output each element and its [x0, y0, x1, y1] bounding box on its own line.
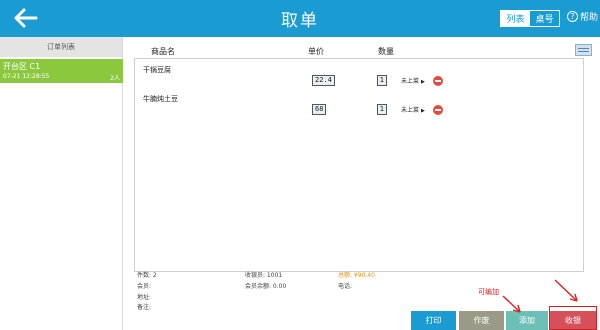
column-price: 单价	[308, 47, 324, 56]
order-people: 2人	[110, 75, 120, 82]
dish-row: 牛腩炖土豆 68 1 未上菜 ▶	[135, 94, 583, 115]
table-view-tab[interactable]: 桌号	[530, 11, 559, 26]
serve-status-dropdown[interactable]: 未上菜 ▶	[401, 76, 425, 85]
order-item[interactable]: 开台区 C1 07-21 12:28:55 2人	[0, 59, 123, 83]
column-qty: 数量	[378, 47, 394, 56]
quantity-field[interactable]: 1	[377, 104, 387, 115]
remove-dish-button[interactable]	[433, 76, 443, 86]
order-list-sidebar: 订单列表 开台区 C1 07-21 12:28:55 2人	[0, 37, 123, 330]
member-balance: 会员余额: 0.00	[245, 283, 287, 290]
price-field[interactable]: 68	[312, 104, 327, 115]
quantity-field[interactable]: 1	[377, 75, 387, 86]
serve-status-label: 未上菜	[401, 78, 420, 85]
serve-status-label: 未上菜	[401, 107, 420, 114]
column-dish: 商品名	[151, 47, 175, 56]
keyboard-icon[interactable]	[575, 44, 592, 56]
question-icon: ?	[567, 11, 578, 22]
view-toggle: 列表 桌号	[500, 10, 560, 27]
take-order-screen: 取单 列表 桌号 ? 帮助 订单列表 开台区 C1 07-21 12:28:55…	[0, 0, 600, 330]
void-button[interactable]: 作废	[459, 311, 504, 330]
dish-name: 牛腩炖土豆	[143, 95, 178, 103]
list-view-tab[interactable]: 列表	[501, 11, 530, 26]
print-button[interactable]: 打印	[411, 311, 456, 330]
order-time: 07-21 12:28:55	[3, 73, 50, 80]
order-detail: 商品名 单价 数量 干锅豆腐 22.4 1 未上菜 ▶ 牛腩炖土豆 68 1 未…	[124, 37, 600, 330]
dish-row: 干锅豆腐 22.4 1 未上菜 ▶	[135, 65, 583, 86]
serve-status-dropdown[interactable]: 未上菜 ▶	[401, 105, 425, 114]
order-list-title: 订单列表	[0, 37, 122, 57]
item-count: 件数: 2	[137, 272, 157, 279]
phone-info: 电话:	[338, 283, 353, 290]
annotation-note: 可编加	[478, 288, 499, 296]
caret-right-icon: ▶	[420, 108, 425, 114]
total-amount: 总额: ¥90.40	[338, 272, 375, 279]
help-label: 帮助	[580, 13, 599, 23]
dish-list-panel: 干锅豆腐 22.4 1 未上菜 ▶ 牛腩炖土豆 68 1 未上菜 ▶	[134, 58, 584, 272]
header-bar: 取单 列表 桌号 ? 帮助	[0, 0, 600, 37]
add-button[interactable]: 添加	[506, 311, 548, 330]
caret-right-icon: ▶	[420, 79, 425, 85]
price-field[interactable]: 22.4	[312, 75, 335, 86]
address-info: 地址:	[137, 294, 152, 301]
checkout-button[interactable]: 收银	[550, 311, 596, 330]
member-info: 会员:	[137, 283, 152, 290]
cashier-info: 收银员: 1001	[245, 272, 283, 279]
order-table-name: 开台区 C1	[3, 62, 41, 71]
remove-dish-button[interactable]	[433, 105, 443, 115]
dish-name: 干锅豆腐	[143, 66, 171, 74]
help-button[interactable]: ? 帮助	[567, 10, 598, 23]
remark-info: 备注:	[137, 304, 152, 311]
